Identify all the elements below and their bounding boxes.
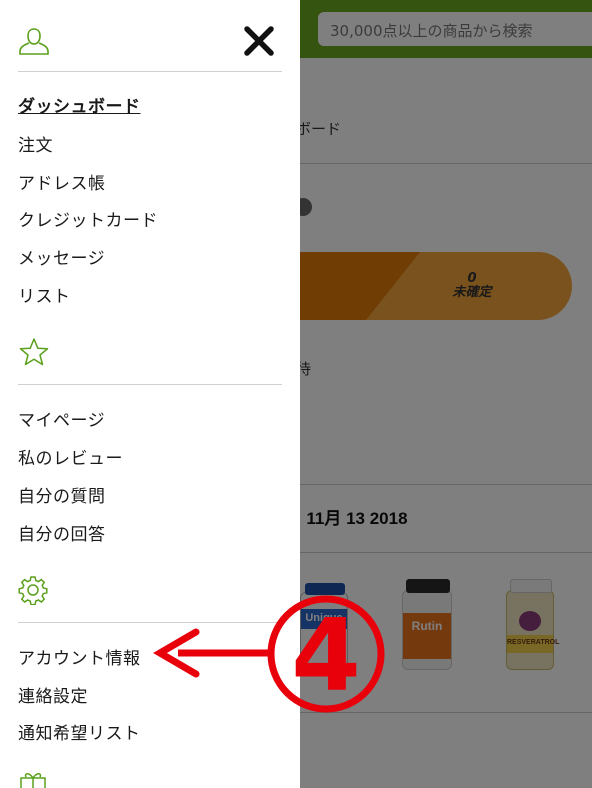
annotation-arrow [153,628,268,678]
annotation-overlay: 4 [153,595,385,714]
annotation-number: 4 [291,597,361,714]
